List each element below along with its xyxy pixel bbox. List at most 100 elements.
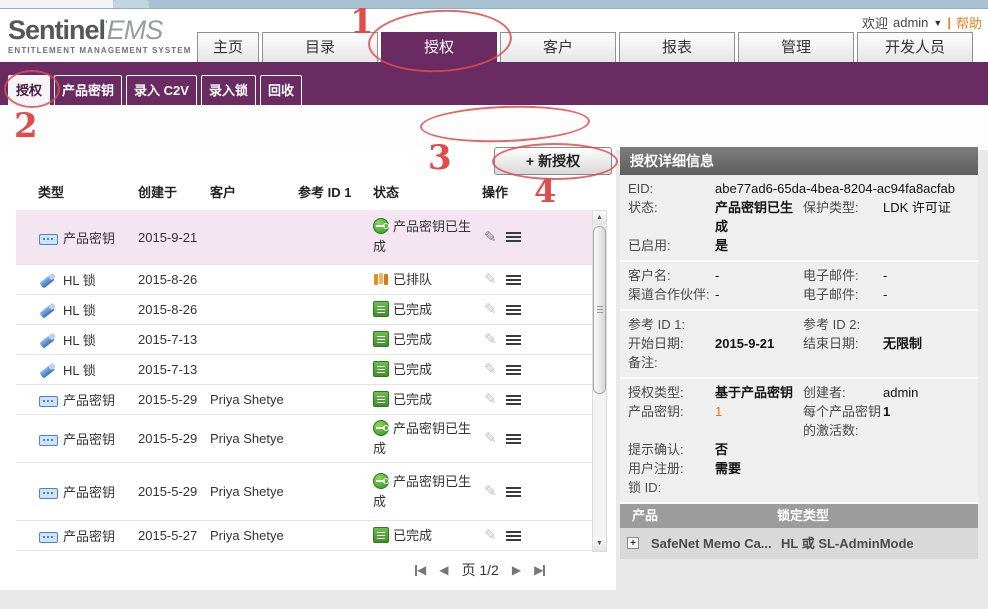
nav-tab-customers[interactable]: 客户 [500, 32, 616, 62]
creator-value: admin [883, 383, 970, 402]
nav-tab-reports[interactable]: 报表 [619, 32, 735, 62]
actions-menu-icon[interactable] [506, 335, 521, 345]
col-header-status[interactable]: 状态 [373, 182, 482, 201]
col-header-created[interactable]: 创建于 [138, 182, 210, 201]
hl-lock-icon [38, 273, 59, 288]
edit-icon[interactable]: ✎ [484, 431, 497, 446]
nav-tab-catalog[interactable]: 目录 [262, 32, 378, 62]
table-row[interactable]: 产品密钥 2015-5-27 Priya Shetye 已完成 ✎ [16, 521, 592, 551]
entitlements-table-panel: + 新授权 类型 创建于 客户 参考 ID 1 状态 操作 产品密钥 2015-… [0, 150, 616, 590]
scroll-down-icon[interactable]: ▼ [593, 537, 606, 551]
filter-bar: 全部 ▼ i 开发号: DEMOMA ▼ [0, 105, 988, 150]
row-status: 已完成 [393, 302, 432, 317]
products-table-header: 产品 锁定类型 [620, 504, 978, 528]
subnav-tab-revoke[interactable]: 回收 [260, 75, 302, 105]
actions-menu-icon[interactable] [506, 275, 521, 285]
subnav-tab-product-keys[interactable]: 产品密钥 [54, 75, 122, 105]
actions-menu-icon[interactable] [506, 365, 521, 375]
eid-label: EID: [628, 179, 715, 198]
table-row[interactable]: HL 锁 2015-7-13 已完成 ✎ [16, 355, 592, 385]
scroll-up-icon[interactable]: ▲ [593, 211, 606, 225]
product-key-icon [38, 485, 59, 500]
row-created: 2015-5-29 [138, 484, 210, 499]
status-key-generated-icon [373, 218, 389, 234]
actions-menu-icon[interactable] [506, 232, 521, 242]
actions-menu-icon[interactable] [506, 434, 521, 444]
table-row[interactable]: 产品密钥 2015-5-29 Priya Shetye 产品密钥已生成 ✎ [16, 415, 592, 463]
actions-menu-icon[interactable] [506, 395, 521, 405]
actions-menu-icon[interactable] [506, 305, 521, 315]
scrollbar-thumb[interactable] [593, 226, 606, 394]
table-row[interactable]: 产品密钥 2015-5-29 Priya Shetye 已完成 ✎ [16, 385, 592, 415]
product-keys-value[interactable]: 1 [715, 402, 803, 421]
col-header-customer[interactable]: 客户 [210, 182, 298, 201]
subnav-tab-checkin-c2v[interactable]: 录入 C2V [126, 75, 197, 105]
edit-icon[interactable]: ✎ [484, 272, 497, 287]
start-date-label: 开始日期: [628, 334, 715, 353]
nav-tab-administration[interactable]: 管理 [738, 32, 854, 62]
product-row[interactable]: + SafeNet Memo Ca... HL 或 SL-AdminMode [620, 528, 978, 559]
username[interactable]: admin [893, 15, 928, 30]
remarks-label: 备注: [628, 353, 715, 372]
nav-tab-home[interactable]: 主页 [197, 32, 259, 62]
table-row[interactable]: HL 锁 2015-7-13 已完成 ✎ [16, 325, 592, 355]
window-top-strip [0, 0, 988, 9]
row-status: 已完成 [393, 362, 432, 377]
last-page-button[interactable]: ▶ [534, 563, 545, 577]
creator-label: 创建者: [803, 383, 883, 402]
help-link[interactable]: 帮助 [956, 13, 982, 32]
row-created: 2015-5-27 [138, 528, 210, 543]
prev-page-button[interactable]: ◀ [439, 563, 448, 577]
sub-nav: 授权 产品密钥 录入 C2V 录入锁 回收 [8, 75, 302, 105]
end-date-label: 结束日期: [803, 334, 883, 353]
nav-tab-developers[interactable]: 开发人员 [857, 32, 973, 62]
separator: | [947, 15, 951, 30]
ref-id2-label: 参考 ID 2: [803, 315, 883, 334]
row-type: 产品密钥 [63, 529, 115, 544]
edit-icon[interactable]: ✎ [484, 332, 497, 347]
hl-lock-icon [38, 363, 59, 378]
logo-suffix: EMS [107, 15, 163, 45]
user-registration-label: 用户注册: [628, 459, 715, 478]
product-keys-label: 产品密钥: [628, 402, 715, 421]
table-row[interactable]: HL 锁 2015-8-26 已排队 ✎ [16, 265, 592, 295]
activations-value: 1 [883, 402, 970, 421]
next-page-button[interactable]: ▶ [512, 563, 521, 577]
edit-icon[interactable]: ✎ [484, 528, 497, 543]
edit-icon[interactable]: ✎ [484, 302, 497, 317]
row-customer: Priya Shetye [210, 392, 298, 407]
col-header-type[interactable]: 类型 [38, 182, 138, 201]
edit-icon[interactable]: ✎ [484, 484, 497, 499]
edit-icon[interactable]: ✎ [484, 230, 497, 245]
first-page-button[interactable]: ◀ [415, 563, 426, 577]
table-row[interactable]: HL 锁 2015-8-26 已完成 ✎ [16, 295, 592, 325]
pagination: ◀ ◀ 页 1/2 ▶ ▶ [415, 560, 545, 580]
user-registration-value: 需要 [715, 459, 803, 478]
table-row[interactable]: 产品密钥 2015-5-29 Priya Shetye 产品密钥已生成 ✎ [16, 463, 592, 521]
subnav-tab-entitlements[interactable]: 授权 [8, 75, 50, 105]
expand-icon[interactable]: + [627, 537, 639, 549]
table-row[interactable]: 产品密钥 2015-9-21 产品密钥已生成 ✎ [16, 210, 592, 265]
edit-icon[interactable]: ✎ [484, 392, 497, 407]
email2-label: 电子邮件: [803, 285, 883, 304]
row-created: 2015-5-29 [138, 431, 210, 446]
row-created: 2015-8-26 [138, 302, 210, 317]
edit-icon[interactable]: ✎ [484, 362, 497, 377]
main-nav: 主页 目录 授权 客户 报表 管理 开发人员 [197, 32, 973, 62]
nav-tab-entitlements[interactable]: 授权 [381, 32, 497, 62]
actions-menu-icon[interactable] [506, 487, 521, 497]
app-header: Sentinel’EMS ENTITLEMENT MANAGEMENT SYST… [0, 9, 988, 62]
row-status: 已完成 [393, 528, 432, 543]
entitlement-details-panel: 授权详细信息 EID: abe77ad6-65da-4bea-8204-ac94… [620, 147, 978, 560]
col-header-refid[interactable]: 参考 ID 1 [298, 182, 373, 201]
new-entitlement-button[interactable]: + 新授权 [494, 147, 612, 175]
hl-lock-icon [38, 333, 59, 348]
entitlement-type-label: 授权类型: [628, 383, 715, 402]
table-scrollbar[interactable]: ▲ ▼ [592, 210, 607, 552]
email2-value: - [883, 285, 970, 304]
status-key-generated-icon [373, 473, 389, 489]
table-header-row: 类型 创建于 客户 参考 ID 1 状态 操作 [16, 182, 592, 201]
subnav-tab-checkin-key[interactable]: 录入锁 [201, 75, 256, 105]
chevron-down-icon[interactable]: ▼ [933, 18, 942, 28]
actions-menu-icon[interactable] [506, 531, 521, 541]
